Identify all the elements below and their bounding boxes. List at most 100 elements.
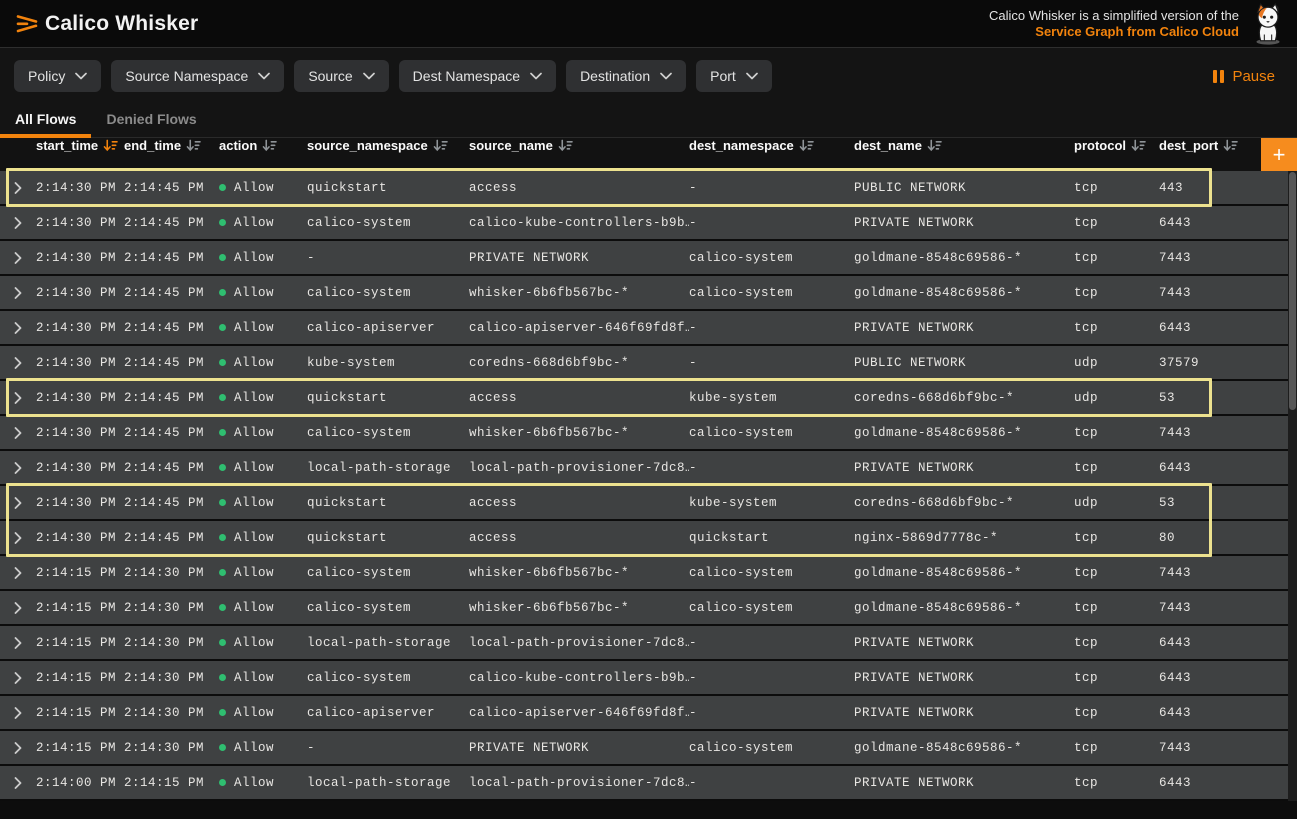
table-row[interactable]: 2:14:30 PM2:14:45 PMAllowquickstartacces… <box>0 381 1288 414</box>
cell-start-time: 2:14:30 PM <box>36 391 124 405</box>
table-row[interactable]: 2:14:15 PM2:14:30 PMAllowcalico-systemwh… <box>0 556 1288 589</box>
cell-dest-namespace: - <box>689 321 854 335</box>
filter-destination[interactable]: Destination <box>566 60 686 92</box>
cell-source-name: calico-kube-controllers-b9b… <box>469 671 689 685</box>
cell-dest-namespace: calico-system <box>689 601 854 615</box>
cell-dest-name: PRIVATE NETWORK <box>854 216 1074 230</box>
service-graph-link[interactable]: Service Graph from Calico Cloud <box>1035 24 1239 39</box>
table-row[interactable]: 2:14:30 PM2:14:45 PMAllow-PRIVATE NETWOR… <box>0 241 1288 274</box>
cell-source-namespace: quickstart <box>307 391 469 405</box>
sort-icon <box>186 139 201 152</box>
cell-dest-namespace: calico-system <box>689 286 854 300</box>
expand-chevron-icon[interactable] <box>14 182 22 194</box>
column-header-action[interactable]: action <box>219 138 307 153</box>
expand-chevron-icon[interactable] <box>14 427 22 439</box>
cell-protocol: tcp <box>1074 426 1159 440</box>
expand-chevron-icon[interactable] <box>14 497 22 509</box>
cell-end-time: 2:14:30 PM <box>124 741 219 755</box>
filter-dest-namespace[interactable]: Dest Namespace <box>399 60 556 92</box>
cell-source-namespace: quickstart <box>307 496 469 510</box>
table-row[interactable]: 2:14:15 PM2:14:30 PMAllowlocal-path-stor… <box>0 626 1288 659</box>
cell-dest-namespace: kube-system <box>689 496 854 510</box>
expand-chevron-icon[interactable] <box>14 462 22 474</box>
tab-denied-flows[interactable]: Denied Flows <box>91 100 211 137</box>
table-row[interactable]: 2:14:15 PM2:14:30 PMAllow-PRIVATE NETWOR… <box>0 731 1288 764</box>
sort-icon <box>1131 139 1146 152</box>
column-header-dest_namespace[interactable]: dest_namespace <box>689 138 854 153</box>
cell-end-time: 2:14:45 PM <box>124 286 219 300</box>
filter-port[interactable]: Port <box>696 60 772 92</box>
tab-all-flows[interactable]: All Flows <box>0 100 91 137</box>
cell-source-namespace: quickstart <box>307 181 469 195</box>
expand-chevron-icon[interactable] <box>14 392 22 404</box>
cell-dest-port: 53 <box>1159 496 1288 510</box>
expand-chevron-icon[interactable] <box>14 707 22 719</box>
cell-end-time: 2:14:45 PM <box>124 461 219 475</box>
table-row[interactable]: 2:14:15 PM2:14:30 PMAllowcalico-systemwh… <box>0 591 1288 624</box>
expand-chevron-icon[interactable] <box>14 252 22 264</box>
cell-start-time: 2:14:15 PM <box>36 601 124 615</box>
table-row[interactable]: 2:14:30 PM2:14:45 PMAllowquickstartacces… <box>0 521 1288 554</box>
vertical-scrollbar[interactable] <box>1288 171 1297 801</box>
cell-dest-port: 37579 <box>1159 356 1288 370</box>
table-row[interactable]: 2:14:30 PM2:14:45 PMAllowcalico-systemwh… <box>0 416 1288 449</box>
cell-protocol: tcp <box>1074 741 1159 755</box>
expand-chevron-icon[interactable] <box>14 322 22 334</box>
table-row[interactable]: 2:14:30 PM2:14:45 PMAllowquickstartacces… <box>0 171 1288 204</box>
sort-icon <box>262 139 277 152</box>
table-row[interactable]: 2:14:30 PM2:14:45 PMAllowcalico-apiserve… <box>0 311 1288 344</box>
cell-end-time: 2:14:45 PM <box>124 251 219 265</box>
cell-dest-namespace: calico-system <box>689 426 854 440</box>
add-column-button[interactable]: + <box>1261 138 1297 171</box>
column-header-start_time[interactable]: start_time <box>36 138 124 153</box>
allow-status-dot <box>219 639 226 646</box>
filter-source[interactable]: Source <box>294 60 388 92</box>
expand-chevron-icon[interactable] <box>14 742 22 754</box>
top-bar: Calico Whisker Calico Whisker is a simpl… <box>0 0 1297 48</box>
table-row[interactable]: 2:14:30 PM2:14:45 PMAllowlocal-path-stor… <box>0 451 1288 484</box>
expand-chevron-icon[interactable] <box>14 637 22 649</box>
allow-status-dot <box>219 779 226 786</box>
allow-status-dot <box>219 429 226 436</box>
expand-chevron-icon[interactable] <box>14 357 22 369</box>
cell-source-name: access <box>469 181 689 195</box>
cell-dest-namespace: - <box>689 671 854 685</box>
app-title: Calico Whisker <box>45 12 198 36</box>
bottom-strip <box>0 801 1297 819</box>
table-row[interactable]: 2:14:30 PM2:14:45 PMAllowcalico-systemwh… <box>0 276 1288 309</box>
allow-status-dot <box>219 359 226 366</box>
column-header-source_name[interactable]: source_name <box>469 138 689 153</box>
cell-dest-namespace: - <box>689 356 854 370</box>
expand-chevron-icon[interactable] <box>14 287 22 299</box>
cell-dest-name: PRIVATE NETWORK <box>854 461 1074 475</box>
column-header-protocol[interactable]: protocol <box>1074 138 1159 153</box>
filter-policy[interactable]: Policy <box>14 60 101 92</box>
cell-action: Allow <box>219 601 307 615</box>
cell-dest-port: 7443 <box>1159 426 1288 440</box>
expand-chevron-icon[interactable] <box>14 567 22 579</box>
table-row[interactable]: 2:14:30 PM2:14:45 PMAllowquickstartacces… <box>0 486 1288 519</box>
expand-chevron-icon[interactable] <box>14 532 22 544</box>
cell-action: Allow <box>219 216 307 230</box>
cell-source-namespace: calico-system <box>307 601 469 615</box>
column-header-end_time[interactable]: end_time <box>124 138 219 153</box>
cell-start-time: 2:14:30 PM <box>36 216 124 230</box>
table-row[interactable]: 2:14:00 PM2:14:15 PMAllowlocal-path-stor… <box>0 766 1288 799</box>
table-row[interactable]: 2:14:15 PM2:14:30 PMAllowcalico-apiserve… <box>0 696 1288 729</box>
table-row[interactable]: 2:14:15 PM2:14:30 PMAllowcalico-systemca… <box>0 661 1288 694</box>
cell-dest-name: goldmane-8548c69586-* <box>854 566 1074 580</box>
expand-chevron-icon[interactable] <box>14 777 22 789</box>
table-row[interactable]: 2:14:30 PM2:14:45 PMAllowkube-systemcore… <box>0 346 1288 379</box>
table-row[interactable]: 2:14:30 PM2:14:45 PMAllowcalico-systemca… <box>0 206 1288 239</box>
expand-chevron-icon[interactable] <box>14 217 22 229</box>
column-header-dest_name[interactable]: dest_name <box>854 138 1074 153</box>
cell-dest-port: 80 <box>1159 531 1288 545</box>
cell-protocol: tcp <box>1074 286 1159 300</box>
pause-button[interactable]: Pause <box>1213 68 1275 85</box>
filter-source-namespace[interactable]: Source Namespace <box>111 60 284 92</box>
cell-dest-name: PRIVATE NETWORK <box>854 321 1074 335</box>
expand-chevron-icon[interactable] <box>14 672 22 684</box>
expand-chevron-icon[interactable] <box>14 602 22 614</box>
column-header-source_namespace[interactable]: source_namespace <box>307 138 469 153</box>
scrollbar-thumb[interactable] <box>1289 172 1296 410</box>
